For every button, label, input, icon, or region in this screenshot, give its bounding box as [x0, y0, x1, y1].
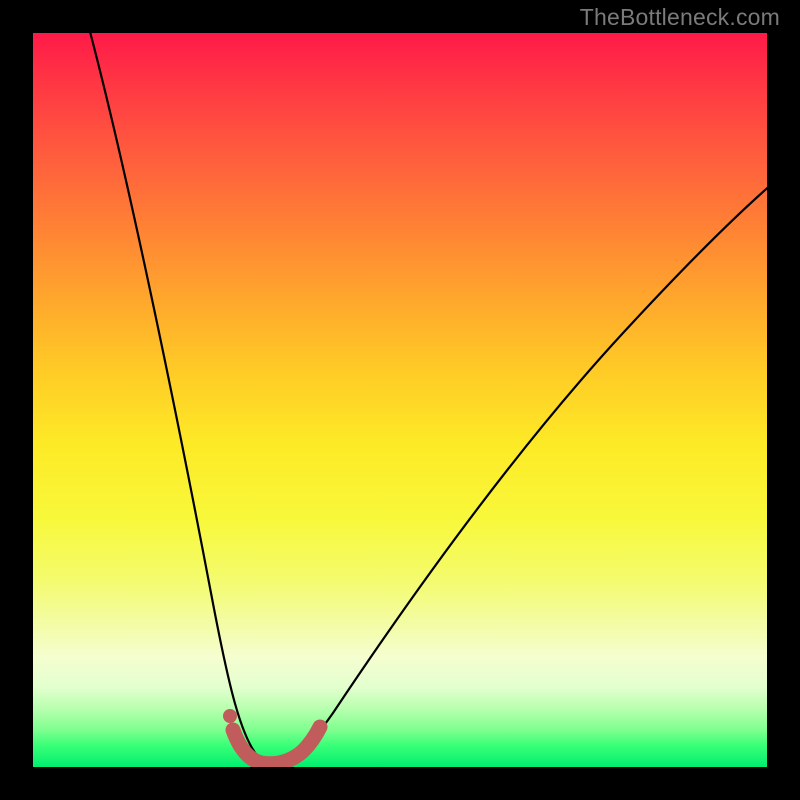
optimal-dot-icon [223, 709, 237, 723]
optimal-range-highlight-path [233, 727, 320, 764]
bottleneck-curve-path [85, 33, 767, 763]
bottleneck-curve-svg [33, 33, 767, 767]
watermark-text: TheBottleneck.com [580, 4, 780, 31]
chart-plot-area [33, 33, 767, 767]
